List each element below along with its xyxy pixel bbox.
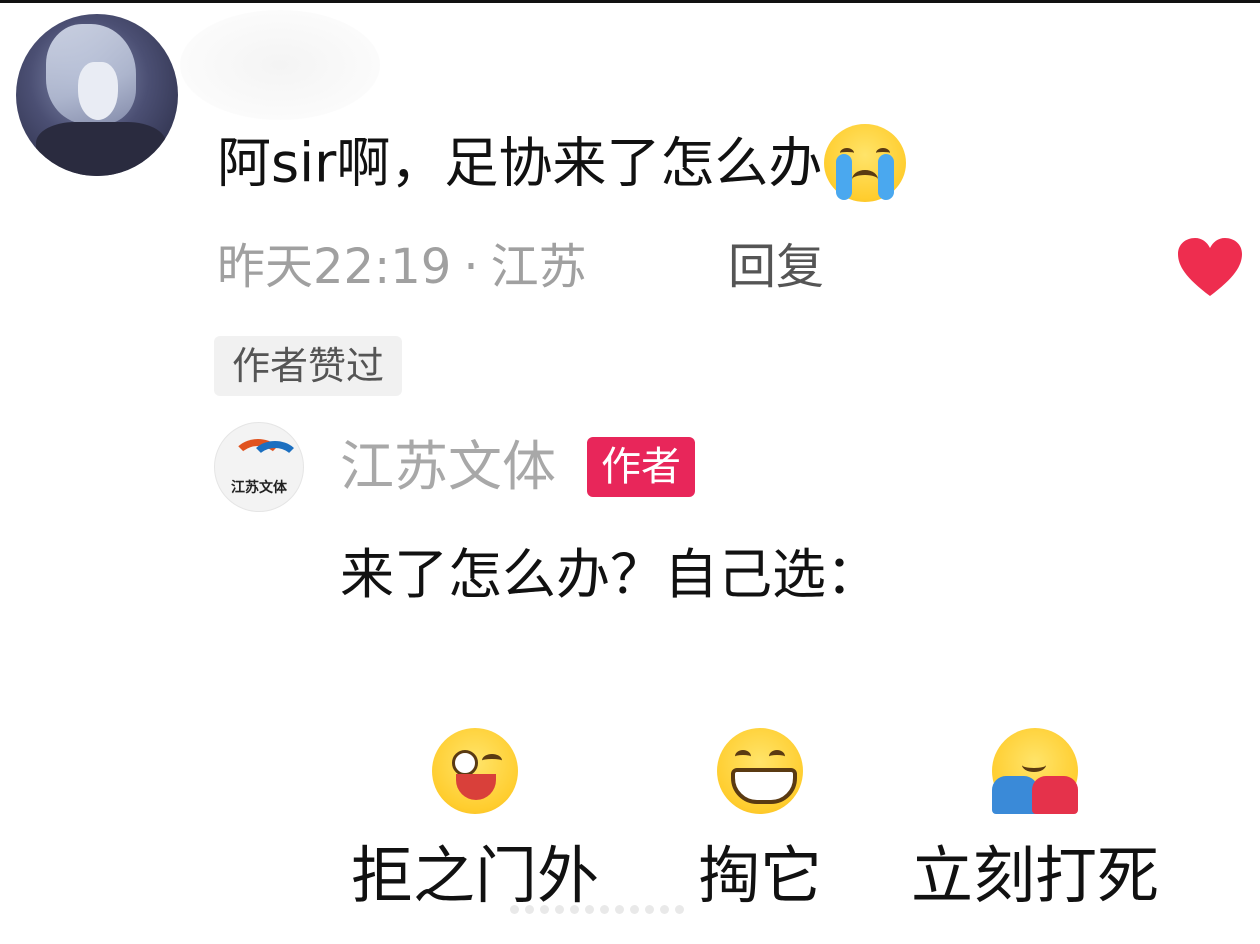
meta-separator: · (463, 239, 479, 295)
comment-text: 阿sir啊，足协来了怎么办 (217, 131, 823, 195)
heart-icon[interactable] (1176, 236, 1244, 300)
avatar-logo-text: 江苏文体 (231, 480, 287, 496)
option-label: 立刻打死 (910, 839, 1159, 912)
option-label: 拒之门外 (350, 839, 599, 912)
author-liked-badge: 作者赞过 (214, 336, 403, 396)
author-avatar[interactable]: 江苏文体 (214, 422, 304, 512)
crying-face-emoji-icon (824, 124, 907, 202)
winking-face-icon (432, 728, 518, 814)
option-item: 立刻打死 (900, 728, 1170, 916)
grinning-face-icon (717, 728, 803, 814)
reply-button[interactable]: 回复 (728, 235, 824, 299)
option-label: 掏它 (697, 839, 822, 912)
commenter-name-blurred (180, 10, 380, 120)
comment-timestamp: 昨天22:19 (217, 239, 452, 295)
comment-location: 江苏 (490, 239, 587, 295)
author-tag-badge: 作者 (587, 437, 695, 497)
commenter-avatar[interactable] (16, 14, 178, 176)
watermark-dots (510, 905, 684, 914)
comment-meta: 昨天22:19 · 江苏 (217, 235, 587, 299)
author-name[interactable]: 江苏文体 (340, 432, 556, 502)
author-reply-text: 来了怎么办？自己选： (340, 543, 880, 606)
hugging-face-icon (992, 728, 1078, 814)
comment-screen: 阿sir啊，足协来了怎么办 昨天22:19 · 江苏 回复 作者赞过 江苏文体 江苏… (0, 0, 1260, 944)
option-item: 拒之门外 (340, 728, 610, 916)
option-item: 掏它 (690, 728, 830, 916)
comment-body: 阿sir啊，足协来了怎么办 (217, 124, 907, 206)
top-divider (0, 0, 1260, 3)
